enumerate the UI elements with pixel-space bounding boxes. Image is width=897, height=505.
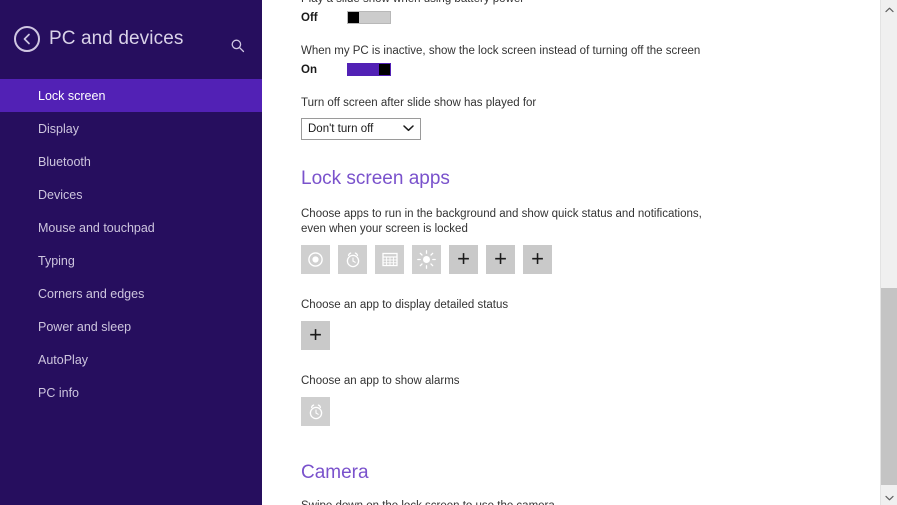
camera-heading: Camera [301, 462, 369, 483]
sidebar-item-pc-info[interactable]: PC info [0, 376, 262, 409]
alarms-app-tile[interactable] [301, 397, 330, 426]
turn-off-screen-setting: Turn off screen after slide show has pla… [301, 96, 862, 140]
sidebar-item-typing[interactable]: Typing [0, 244, 262, 277]
sidebar-header: PC and devices [0, 0, 262, 78]
sidebar-item-bluetooth[interactable]: Bluetooth [0, 145, 262, 178]
alarms-app-label: Choose an app to show alarms [301, 375, 460, 387]
weather-sun-icon [417, 250, 436, 269]
sidebar-item-display[interactable]: Display [0, 112, 262, 145]
page-title: PC and devices [49, 28, 184, 49]
battery-slideshow-label: Play a slide show when using battery pow… [301, 0, 701, 7]
vertical-scrollbar[interactable] [880, 0, 897, 505]
sidebar-item-label: AutoPlay [38, 352, 89, 367]
sidebar-nav-list: Lock screen Display Bluetooth Devices Mo… [0, 78, 262, 409]
battery-slideshow-toggle[interactable] [347, 11, 391, 24]
lock-screen-app-tile-alarm[interactable] [338, 245, 367, 274]
lock-screen-app-tile-add-1[interactable]: + [449, 245, 478, 274]
sidebar-item-lock-screen[interactable]: Lock screen [0, 79, 262, 112]
inactive-lockscreen-state: On [301, 63, 317, 76]
chevron-down-icon [885, 488, 894, 505]
inactive-lockscreen-label: When my PC is inactive, show the lock sc… [301, 45, 701, 57]
plus-icon: + [531, 245, 544, 271]
battery-slideshow-state: Off [301, 11, 318, 24]
turn-off-screen-selected-value: Don't turn off [308, 123, 374, 135]
lock-screen-apps-heading: Lock screen apps [301, 168, 450, 189]
sidebar-item-label: Corners and edges [38, 286, 145, 301]
battery-slideshow-setting: Play a slide show when using battery pow… [301, 0, 862, 24]
camera-swipe-setting: Swipe down on the lock screen to use the… [301, 499, 862, 505]
sidebar: PC and devices Lock screen Display Bluet… [0, 0, 262, 505]
turn-off-screen-dropdown[interactable]: Don't turn off [301, 118, 421, 140]
alarms-app-section: Choose an app to show alarms [301, 374, 862, 426]
lock-screen-app-tile-calendar[interactable] [375, 245, 404, 274]
settings-content-pane: Play a slide show when using battery pow… [262, 0, 897, 505]
messaging-icon [307, 251, 324, 268]
plus-icon: + [494, 245, 507, 271]
back-arrow-icon [20, 32, 34, 46]
calendar-icon [381, 252, 398, 267]
turn-off-screen-label: Turn off screen after slide show has pla… [301, 97, 537, 109]
sidebar-item-power-and-sleep[interactable]: Power and sleep [0, 310, 262, 343]
chevron-up-icon [885, 0, 894, 18]
inactive-lockscreen-setting: When my PC is inactive, show the lock sc… [301, 44, 862, 76]
detailed-status-section: Choose an app to display detailed status… [301, 298, 862, 350]
pc-settings-window: PC and devices Lock screen Display Bluet… [0, 0, 897, 505]
sidebar-item-devices[interactable]: Devices [0, 178, 262, 211]
back-button[interactable] [14, 26, 40, 52]
sidebar-item-label: Mouse and touchpad [38, 220, 155, 235]
lock-screen-apps-tile-row: + + + [301, 245, 862, 274]
search-icon[interactable] [230, 38, 246, 54]
plus-icon: + [457, 245, 470, 271]
sidebar-item-label: Typing [38, 253, 75, 268]
lock-screen-apps-description: Choose apps to run in the background and… [301, 208, 702, 235]
sidebar-item-corners-and-edges[interactable]: Corners and edges [0, 277, 262, 310]
alarm-clock-icon [307, 403, 325, 421]
detailed-status-add-tile[interactable]: + [301, 321, 330, 350]
sidebar-item-label: Display [38, 121, 79, 136]
sidebar-item-label: Power and sleep [38, 319, 132, 334]
lock-screen-app-tile-messaging[interactable] [301, 245, 330, 274]
sidebar-item-label: PC info [38, 385, 79, 400]
scroll-down-button[interactable] [881, 488, 897, 505]
scrollbar-thumb[interactable] [881, 288, 897, 485]
sidebar-item-label: Bluetooth [38, 154, 91, 169]
lock-screen-app-tile-add-3[interactable]: + [523, 245, 552, 274]
scroll-up-button[interactable] [881, 0, 897, 17]
sidebar-item-label: Devices [38, 187, 83, 202]
plus-icon: + [309, 321, 322, 347]
lock-screen-app-tile-add-2[interactable]: + [486, 245, 515, 274]
lock-screen-app-tile-weather[interactable] [412, 245, 441, 274]
chevron-down-icon [403, 123, 414, 135]
inactive-lockscreen-toggle[interactable] [347, 63, 391, 76]
lock-screen-apps-section: Choose apps to run in the background and… [301, 207, 862, 274]
sidebar-item-autoplay[interactable]: AutoPlay [0, 343, 262, 376]
camera-swipe-label: Swipe down on the lock screen to use the… [301, 499, 701, 505]
sidebar-item-mouse-and-touchpad[interactable]: Mouse and touchpad [0, 211, 262, 244]
alarm-clock-icon [344, 251, 362, 269]
sidebar-item-label: Lock screen [38, 88, 106, 103]
detailed-status-label: Choose an app to display detailed status [301, 299, 509, 311]
